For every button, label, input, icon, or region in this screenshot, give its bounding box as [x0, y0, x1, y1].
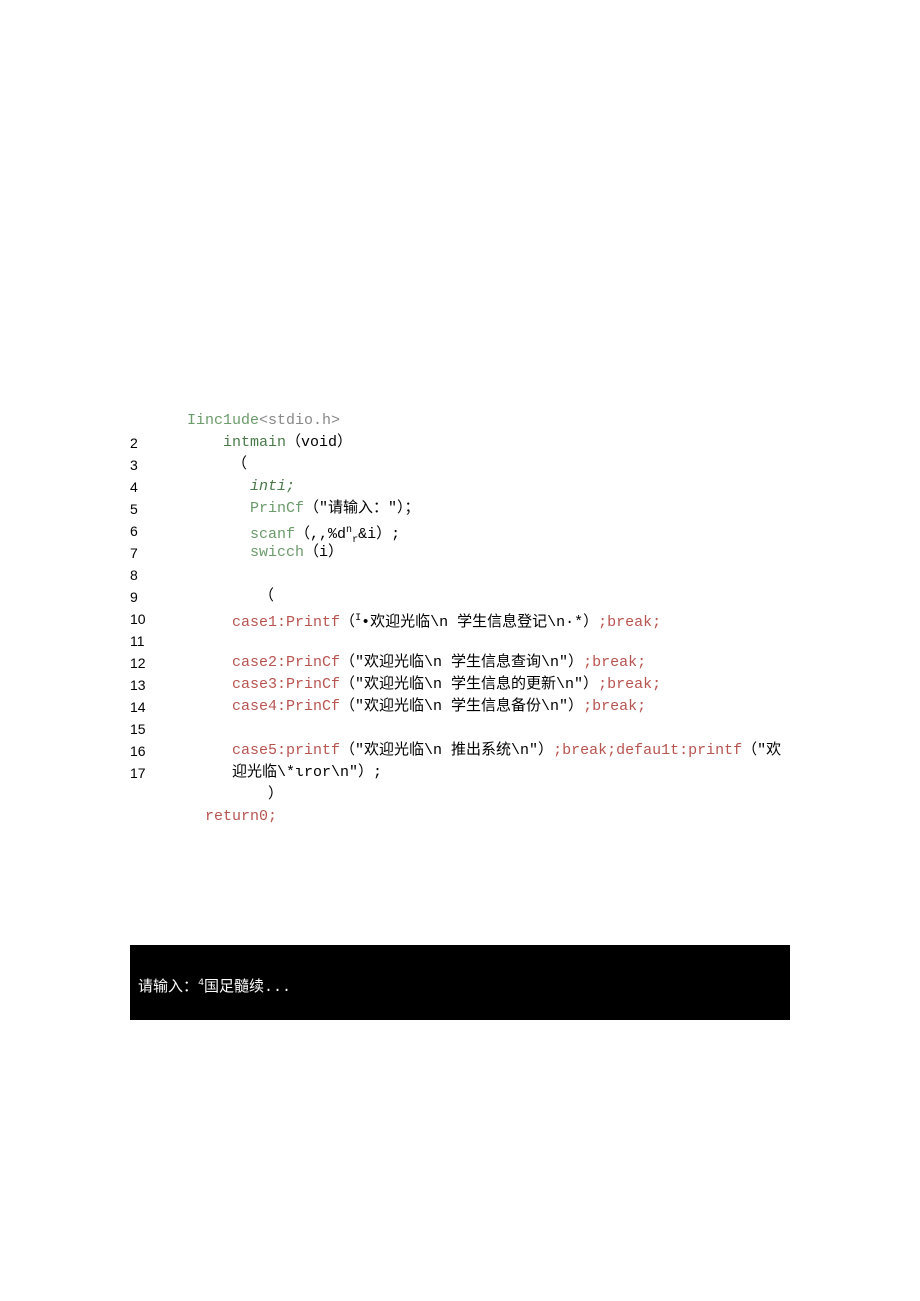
line-number [130, 784, 160, 806]
code-line: 11 [130, 630, 810, 652]
case-keyword: case4:PrinCf [232, 698, 340, 715]
line-number: 15 [130, 718, 160, 740]
code-content: return0; [160, 806, 810, 828]
line-number: 10 [130, 608, 160, 630]
case-keyword: case3:PrinCf [232, 676, 340, 693]
case-keyword: case2:PrinCf [232, 654, 340, 671]
paren-text: （ [259, 588, 274, 605]
code-content: 迎光临\*ιror\n"）; [160, 762, 810, 784]
case-arg1: （ [340, 614, 355, 631]
scanf-arg2: &i）; [358, 526, 400, 543]
code-line: 8 [130, 564, 810, 586]
code-line: 10 case1:Printf（I•欢迎光临\n 学生信息登记\n·*）;bre… [130, 608, 810, 630]
case-arg: （"欢迎光临\n 学生信息的更新\n"） [340, 676, 598, 693]
break-keyword: ;break; [583, 698, 646, 715]
default-keyword: defau1t:printf [616, 742, 742, 759]
void-text: （void） [286, 434, 352, 451]
printf-arg: （"请输入："）； [304, 500, 420, 517]
code-content: ） [160, 784, 810, 806]
code-content [160, 718, 810, 740]
switch-arg: （i） [304, 544, 343, 561]
line-number [130, 806, 160, 828]
code-content: （ [160, 454, 810, 476]
terminal-text2: 国足髓续... [204, 979, 291, 996]
code-content: inti; [160, 476, 810, 498]
code-content: case1:Printf（I•欢迎光临\n 学生信息登记\n·*）;break; [160, 608, 810, 630]
code-content: case4:PrinCf（"欢迎光临\n 学生信息备份\n"）;break; [160, 696, 810, 718]
code-block: Iinc1ude<stdio.h> 2 intmain（void） 3 （ 4 … [130, 410, 810, 828]
terminal-text1: 请输入： [138, 979, 198, 996]
code-content: case2:PrinCf（"欢迎光临\n 学生信息查询\n"）;break; [160, 652, 810, 674]
code-line: ） [130, 784, 810, 806]
code-line: Iinc1ude<stdio.h> [130, 410, 810, 432]
code-content: case5:printf（"欢迎光临\n 推出系统\n"）;break;defa… [160, 740, 810, 762]
include-keyword: Iinc1ude [187, 412, 259, 429]
case-arg: （"欢迎光临\n 学生信息查询\n"） [340, 654, 583, 671]
code-content: Iinc1ude<stdio.h> [160, 410, 810, 432]
line-number: 16 [130, 740, 160, 762]
code-content: PrinCf（"请输入："）； [160, 498, 810, 520]
code-line: 16 case5:printf（"欢迎光临\n 推出系统\n"）;break;d… [130, 740, 810, 762]
line-number: 14 [130, 696, 160, 718]
code-content: swicch（i） [160, 542, 810, 564]
code-line: 3 （ [130, 454, 810, 476]
code-line: 7 swicch（i） [130, 542, 810, 564]
line-number: 8 [130, 564, 160, 586]
header-text: <stdio.h> [259, 412, 340, 429]
return-keyword: return0; [205, 808, 277, 825]
break-keyword: ;break; [598, 676, 661, 693]
code-line: 14 case4:PrinCf（"欢迎光临\n 学生信息备份\n"）;break… [130, 696, 810, 718]
line-number: 6 [130, 520, 160, 542]
case-keyword: case1:Printf [232, 614, 340, 631]
code-content [160, 564, 810, 586]
break-keyword: ;break; [583, 654, 646, 671]
line-number: 11 [130, 630, 160, 652]
inti-keyword: inti; [250, 478, 295, 495]
code-line: 4 inti; [130, 476, 810, 498]
line-number: 12 [130, 652, 160, 674]
line-number: 2 [130, 432, 160, 454]
line-number: 3 [130, 454, 160, 476]
paren-text: （ [232, 456, 247, 473]
code-content: （ [160, 586, 810, 608]
switch-keyword: swicch [250, 544, 304, 561]
code-line: 6 scanf（,,%dnr&i）; [130, 520, 810, 542]
code-line: 9 （ [130, 586, 810, 608]
line-number: 5 [130, 498, 160, 520]
terminal-output: 请输入：4国足髓续... [130, 945, 790, 1020]
code-line: 12 case2:PrinCf（"欢迎光临\n 学生信息查询\n"）;break… [130, 652, 810, 674]
line-number: 4 [130, 476, 160, 498]
continuation-text: 迎光临\*ιror\n"）; [232, 764, 382, 781]
code-content: case3:PrinCf（"欢迎光临\n 学生信息的更新\n"）;break; [160, 674, 810, 696]
code-content: intmain（void） [160, 432, 810, 454]
scanf-arg1: （,,%d [295, 526, 346, 543]
case-keyword: case5:printf [232, 742, 340, 759]
line-number: 13 [130, 674, 160, 696]
code-line: 2 intmain（void） [130, 432, 810, 454]
line-number: 9 [130, 586, 160, 608]
code-content [160, 630, 810, 652]
case-arg: （"欢迎光临\n 学生信息备份\n"） [340, 698, 583, 715]
break-keyword: ;break; [553, 742, 616, 759]
code-line: 13 case3:PrinCf（"欢迎光临\n 学生信息的更新\n"）;brea… [130, 674, 810, 696]
code-line: 17 迎光临\*ιror\n"）; [130, 762, 810, 784]
code-line: 15 [130, 718, 810, 740]
default-arg: （"欢 [742, 742, 781, 759]
case-arg2: •欢迎光临\n 学生信息登记\n·*） [361, 614, 598, 631]
line-number: 7 [130, 542, 160, 564]
intmain-keyword: intmain [223, 434, 286, 451]
line-number [130, 410, 160, 432]
printf-keyword: PrinCf [250, 500, 304, 517]
code-line: 5 PrinCf（"请输入："）； [130, 498, 810, 520]
case-arg: （"欢迎光临\n 推出系统\n"） [340, 742, 553, 759]
line-number: 17 [130, 762, 160, 784]
code-content: scanf（,,%dnr&i）; [160, 520, 810, 542]
paren-text: ） [268, 786, 283, 803]
code-line: return0; [130, 806, 810, 828]
break-keyword: ;break; [598, 614, 661, 631]
scanf-keyword: scanf [250, 526, 295, 543]
